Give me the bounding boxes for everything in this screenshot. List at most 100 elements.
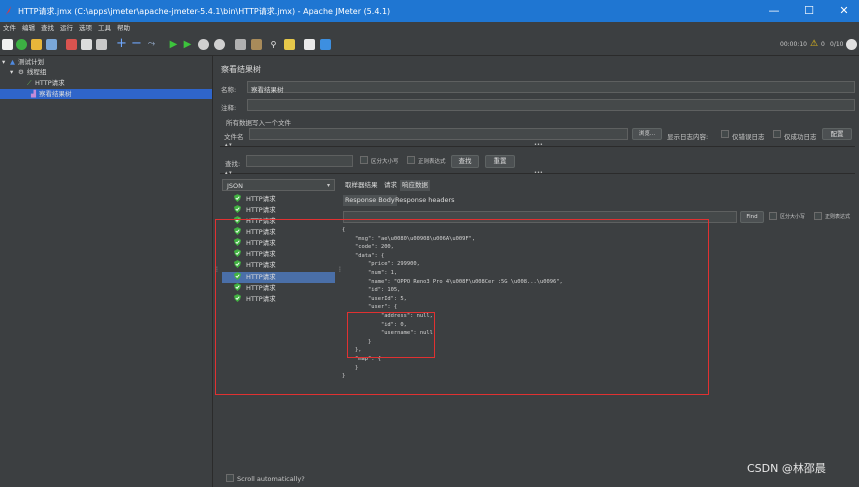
annotation-highlight-box [215,219,709,395]
chevron-down-icon[interactable]: ▾ [2,57,10,67]
file-group-title: 所有数据写入一个文件 [226,119,291,127]
name-field-value: 察看结果树 [251,86,284,94]
jmeter-feather-icon [5,6,12,15]
function-helper-icon[interactable] [304,39,315,50]
find-button[interactable]: Find [740,211,764,223]
toolbar: + − ⤳ ▶ ▶ ⚲ 00:00:10 ⚠ 0 0/10 [0,34,859,56]
menu-run[interactable]: 运行 [57,22,76,34]
minimize-button[interactable]: — [759,0,789,22]
close-button[interactable]: ✕ [829,0,859,22]
response-regex-checkbox[interactable] [814,212,822,220]
case-sensitive-checkbox[interactable] [360,156,368,164]
toggle-icon[interactable]: ⤳ [146,39,157,50]
chevron-down-icon[interactable]: ▾ [10,67,18,77]
collapse-arrows[interactable]: ▴ ▾ [225,170,232,176]
tree-item-label: 测试计划 [18,58,44,66]
open-icon[interactable] [31,39,42,50]
elapsed-timer: 00:00:10 [780,41,807,48]
save-icon[interactable] [46,39,57,50]
templates-icon[interactable] [16,39,27,50]
comment-field[interactable] [247,99,855,111]
tab-response-headers[interactable]: Response headers [393,195,457,206]
scroll-auto-checkbox[interactable] [226,474,234,482]
test-plan-icon: ▲ [10,58,15,66]
configure-button[interactable]: 配置 [822,128,852,140]
cut-icon[interactable] [66,39,77,50]
filename-label: 文件名 [224,133,244,141]
gear-icon: ⚙ [18,68,24,76]
paste-icon[interactable] [96,39,107,50]
tree-item-label: 察看结果树 [39,90,72,98]
tab-request[interactable]: 请求 [382,180,399,191]
response-regex-label: 正则表达式 [825,214,851,220]
tab-response-body[interactable]: Response Body [343,195,397,206]
search-icon[interactable]: ⚲ [268,39,279,50]
search-label: 查找: [225,160,241,168]
scroll-auto-label: Scroll automatically? [237,475,305,483]
success-shield-icon [234,194,241,202]
collapse-icon[interactable]: − [131,37,142,50]
tree-item-label: 线程组 [26,68,47,76]
collapse-arrows[interactable]: ▴ ▾ [225,142,232,148]
menu-help[interactable]: 帮助 [114,22,133,34]
tab-response-data[interactable]: 响应数据 [400,180,430,191]
tree-item-view-results-tree[interactable]: ▟ 察看结果树 [0,89,212,99]
stop-icon[interactable] [198,39,209,50]
reset-search-icon[interactable] [284,39,295,50]
search-input[interactable] [246,155,353,167]
start-no-pauses-icon[interactable]: ▶ [182,39,193,50]
menu-bar: 文件 编辑 查找 运行 选项 工具 帮助 [0,22,859,34]
browse-button[interactable]: 浏览... [632,128,662,140]
warning-count: 0 [821,41,825,48]
case-sensitive-label: 区分大小写 [371,159,399,165]
name-field[interactable]: 察看结果树 [247,81,855,94]
success-only-label: 仅成功日志 [784,133,817,141]
menu-file[interactable]: 文件 [0,22,19,34]
warning-icon[interactable]: ⚠ [810,39,818,49]
regex-checkbox[interactable] [407,156,415,164]
response-case-sensitive-checkbox[interactable] [769,212,777,220]
expand-icon[interactable]: + [116,37,127,50]
title-bar: HTTP请求.jmx (C:\apps\jmeter\apache-jmeter… [0,0,859,22]
clear-all-icon[interactable] [251,39,262,50]
reset-button[interactable]: 重置 [485,155,515,168]
success-only-checkbox[interactable] [773,130,781,138]
shutdown-icon[interactable] [214,39,225,50]
result-item[interactable]: HTTP请求 [222,205,335,216]
start-icon[interactable]: ▶ [168,39,179,50]
maximize-button[interactable]: ☐ [794,0,824,22]
menu-edit[interactable]: 编辑 [19,22,38,34]
log-content-label: 显示日志内容: [667,133,709,141]
pipette-icon: ⟋ [27,79,32,87]
renderer-select[interactable]: JSON ▾ [222,179,335,191]
annotation-user-box [347,312,435,358]
remote-status-icon [846,39,857,50]
chevron-down-icon[interactable]: ▾ [327,182,330,189]
split-dots: ••• [534,170,543,176]
help-icon[interactable] [320,39,331,50]
errors-only-checkbox[interactable] [721,130,729,138]
tree-item-thread-group[interactable]: ▾ ⚙ 线程组 [0,67,212,77]
result-label: HTTP请求 [246,206,276,214]
filename-field[interactable] [249,128,628,140]
search-button[interactable]: 查找 [451,155,479,168]
split-dots: ••• [534,142,543,148]
clear-icon[interactable] [235,39,246,50]
menu-search[interactable]: 查找 [38,22,57,34]
menu-options[interactable]: 选项 [76,22,95,34]
panel-title: 察看结果树 [221,65,261,74]
tree-item-http-request[interactable]: ⟋ HTTP请求 [0,78,212,88]
regex-label: 正则表达式 [418,159,446,165]
test-plan-tree: ▾ ▲ 测试计划 ▾ ⚙ 线程组 ⟋ HTTP请求 ▟ 察看结果树 [0,56,212,487]
result-item[interactable]: HTTP请求 [222,194,335,205]
chart-icon: ▟ [31,90,36,98]
result-label: HTTP请求 [246,195,276,203]
tab-sampler-result[interactable]: 取样器结果 [343,180,380,191]
errors-only-label: 仅错误日志 [732,133,765,141]
new-icon[interactable] [2,39,13,50]
tree-item-test-plan[interactable]: ▾ ▲ 测试计划 [0,57,212,67]
copy-icon[interactable] [81,39,92,50]
menu-tools[interactable]: 工具 [95,22,114,34]
window-title: HTTP请求.jmx (C:\apps\jmeter\apache-jmeter… [18,7,391,16]
success-shield-icon [234,205,241,213]
